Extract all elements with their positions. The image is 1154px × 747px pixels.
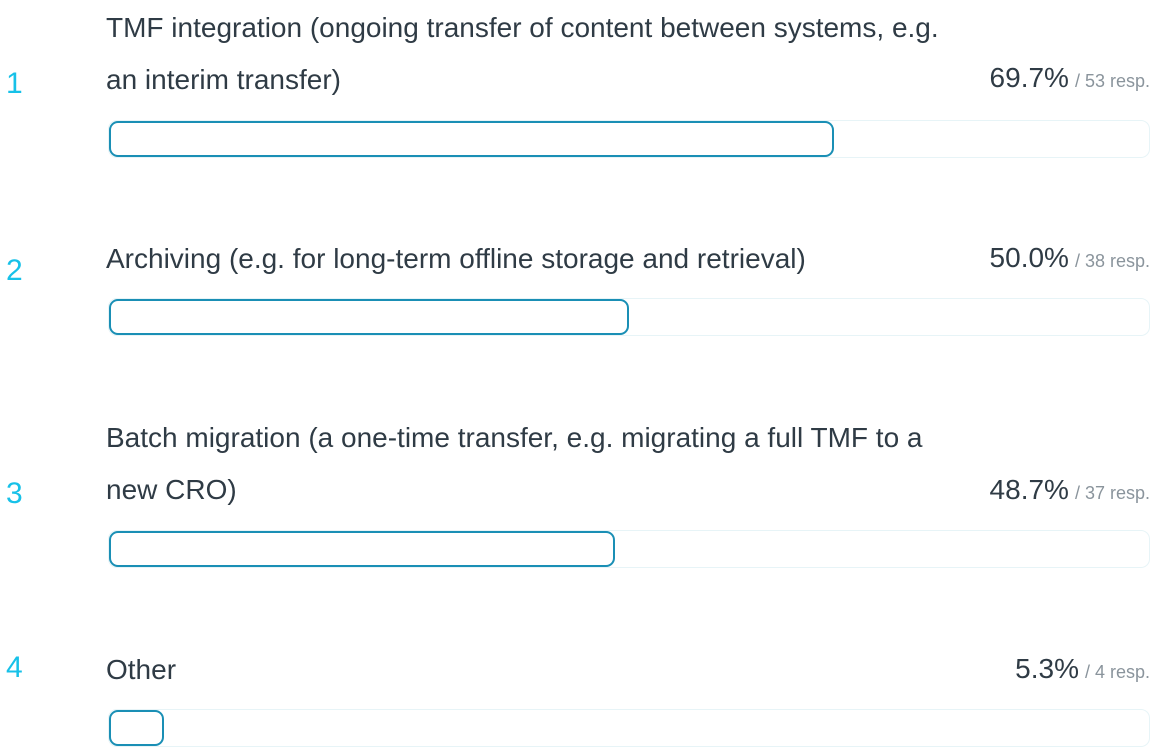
result-row: 4 Other 5.3%/ 4 resp. xyxy=(0,0,1154,747)
response-count: / 4 resp. xyxy=(1084,662,1150,682)
option-stat: 5.3%/ 4 resp. xyxy=(1015,649,1150,692)
bar-track xyxy=(108,709,1150,747)
bar-fill xyxy=(109,710,165,746)
survey-results-chart: 1 TMF integration (ongoing transfer of c… xyxy=(0,0,1154,747)
percent-value: 5.3% xyxy=(1015,653,1079,684)
rank-number: 4 xyxy=(6,651,23,684)
option-label: Other xyxy=(106,654,177,685)
